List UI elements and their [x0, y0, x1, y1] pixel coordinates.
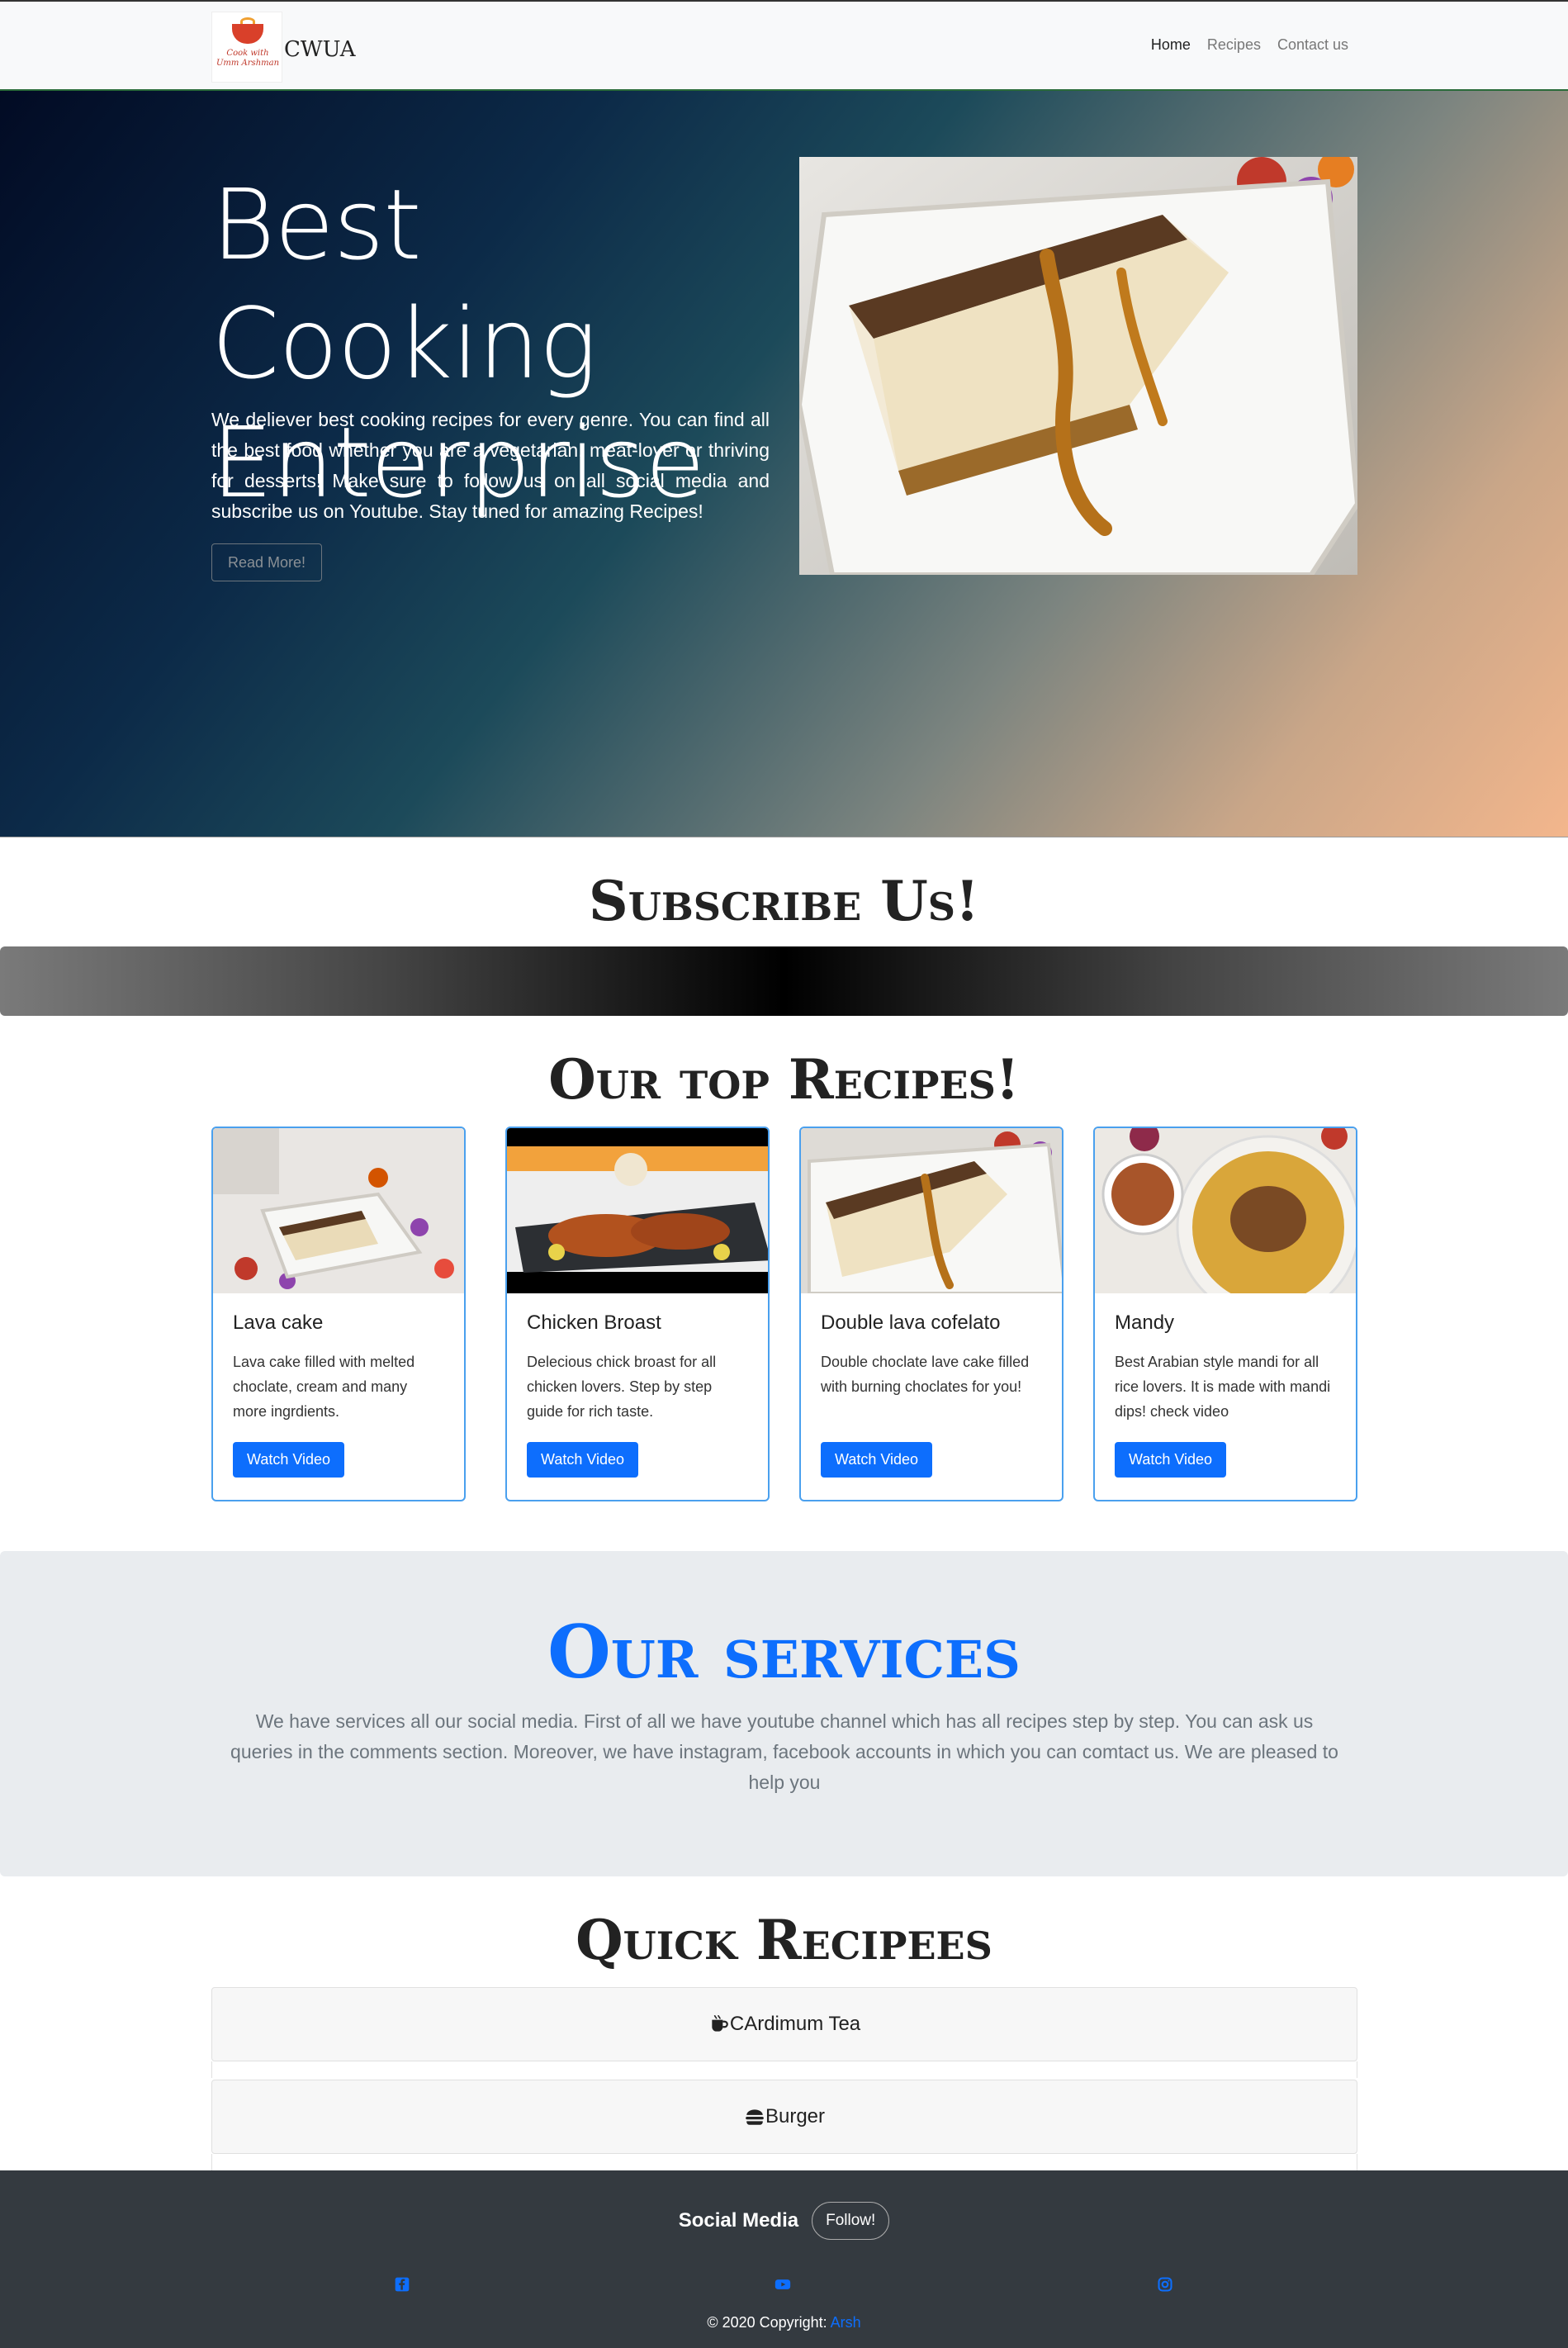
- recipe-card-chicken-broast: Chicken Broast Delecious chick broast fo…: [505, 1127, 770, 1501]
- accordion-divider: [211, 2154, 1357, 2170]
- watch-video-button[interactable]: Watch Video: [233, 1442, 345, 1478]
- watch-video-button[interactable]: Watch Video: [527, 1442, 639, 1478]
- recipe-card-lava-cake: Lava cake Lava cake filled with melted c…: [211, 1127, 466, 1501]
- recipe-card-double-lava: Double lava cofelato Double choclate lav…: [799, 1127, 1063, 1501]
- accordion-divider: [211, 2061, 1357, 2078]
- copyright: © 2020 Copyright: Arsh: [0, 2314, 1568, 2331]
- nav-link-recipes[interactable]: Recipes: [1207, 36, 1261, 54]
- social-media-label: Social Media: [678, 2209, 799, 2232]
- recipe-image-mandy: [1095, 1128, 1356, 1293]
- recipe-image-lava-cake: [213, 1128, 464, 1293]
- follow-button[interactable]: Follow!: [812, 2202, 890, 2240]
- services-section: Our services We have services all our so…: [0, 1551, 1568, 1876]
- services-title: Our services: [547, 1609, 1021, 1695]
- nav-links: Home Recipes Contact us: [1151, 36, 1348, 54]
- hero-cake-image: [799, 157, 1357, 575]
- quick-recipes-title: Quick Recipees: [576, 1908, 992, 1972]
- subscribe-bar[interactable]: [0, 946, 1568, 1016]
- brand-name[interactable]: CWUA: [284, 37, 356, 62]
- nav-link-contact[interactable]: Contact us: [1277, 36, 1348, 54]
- brand[interactable]: Cook with Umm Arshman CWUA: [211, 12, 356, 83]
- burger-icon: [746, 2109, 764, 2125]
- recipe-image-double-lava: [801, 1128, 1062, 1293]
- watch-video-button[interactable]: Watch Video: [1115, 1442, 1227, 1478]
- read-more-button[interactable]: Read More!: [211, 543, 322, 581]
- footer: Social Media Follow! © 2020 Copyright: A…: [0, 2170, 1568, 2348]
- subscribe-title: Subscribe Us!: [589, 869, 979, 933]
- accordion-label: Burger: [765, 2105, 826, 2127]
- youtube-icon[interactable]: [775, 2276, 791, 2293]
- hero-section: Best Cooking Enterprise We deliever best…: [0, 91, 1568, 837]
- recipe-text: Delecious chick broast for all chicken l…: [527, 1354, 717, 1420]
- hero-text: We deliever best cooking recipes for eve…: [211, 409, 770, 522]
- accordion-item-burger[interactable]: Burger: [211, 2080, 1357, 2154]
- brand-logo: Cook with Umm Arshman: [211, 12, 282, 83]
- navbar: Cook with Umm Arshman CWUA Home Recipes …: [0, 0, 1568, 91]
- footer-social: Social Media Follow!: [0, 2202, 1568, 2240]
- recipe-title: Double lava cofelato: [821, 1312, 1001, 1334]
- recipe-card-mandy: Mandy Best Arabian style mandi for all r…: [1093, 1127, 1357, 1501]
- coffee-cup-icon: [712, 2015, 728, 2032]
- recipe-text: Double choclate lave cake filled with bu…: [821, 1354, 1030, 1395]
- nav-link-home[interactable]: Home: [1151, 36, 1191, 54]
- accordion-label: CArdimum Tea: [729, 2013, 861, 2035]
- recipe-text: Best Arabian style mandi for all rice lo…: [1115, 1354, 1331, 1420]
- recipe-title: Mandy: [1115, 1312, 1175, 1334]
- services-text: We have services all our social media. F…: [230, 1710, 1338, 1793]
- recipes-title: Our top Recipes!: [548, 1047, 1020, 1112]
- copyright-link[interactable]: Arsh: [831, 2314, 861, 2331]
- watch-video-button[interactable]: Watch Video: [821, 1442, 933, 1478]
- accordion-item-cardamom-tea[interactable]: CArdimum Tea: [211, 1987, 1357, 2061]
- recipe-text: Lava cake filled with melted choclate, c…: [233, 1354, 415, 1420]
- facebook-icon[interactable]: [394, 2276, 410, 2293]
- recipe-title: Chicken Broast: [527, 1312, 661, 1334]
- copyright-text: © 2020 Copyright:: [707, 2314, 831, 2331]
- recipe-title: Lava cake: [233, 1312, 324, 1334]
- logo-text: Cook with Umm Arshman: [216, 49, 280, 68]
- instagram-icon[interactable]: [1157, 2276, 1173, 2293]
- recipe-image-chicken-broast: [507, 1128, 768, 1293]
